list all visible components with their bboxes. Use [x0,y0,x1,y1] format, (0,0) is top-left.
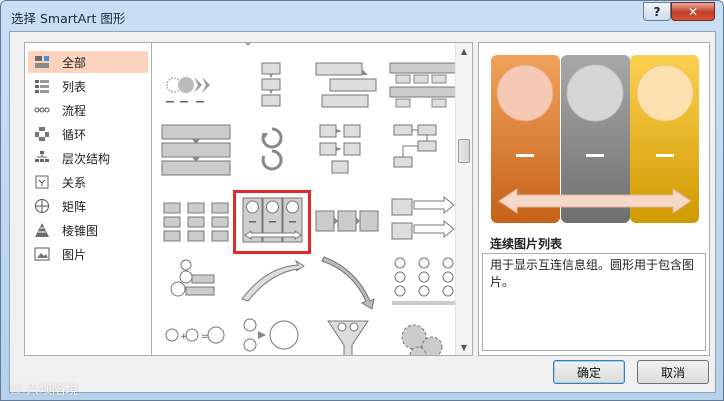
layout-thumb[interactable] [388,315,460,355]
layout-thumb[interactable] [312,255,384,313]
layout-thumb[interactable] [236,315,308,355]
category-item-relationship[interactable]: 关系 [28,171,148,193]
svg-text:=: = [201,332,209,342]
layout-thumb[interactable] [312,193,384,251]
relationship-icon [34,174,50,190]
preview-title: 连续图片列表 [490,237,563,251]
list-icon [34,78,50,94]
svg-text:+: + [180,332,188,342]
help-button[interactable]: ? [643,2,671,21]
category-list: 全部 列表 流程 循环 层次结构 关系 矩阵 棱锥图 图片 [24,42,152,356]
layout-thumb[interactable] [160,59,232,117]
gallery-scrollbar[interactable]: ▲ ▼ [455,43,472,355]
layout-thumb[interactable] [312,59,384,117]
pyramid-icon [34,222,50,238]
all-grid-icon [34,54,50,70]
cycle-icon [34,126,50,142]
layout-thumb[interactable] [388,121,460,179]
layout-thumb[interactable] [388,193,460,251]
category-label: 矩阵 [62,199,87,214]
layout-gallery: + = ▲ ▼ [151,42,473,356]
picture-icon [34,246,50,262]
category-item-list[interactable]: 列表 [28,75,148,97]
category-item-hierarchy[interactable]: 层次结构 [28,147,148,169]
category-item-matrix[interactable]: 矩阵 [28,195,148,217]
watermark: © 六坝陷境 [9,383,79,398]
category-item-all[interactable]: 全部 [28,51,148,73]
ok-button[interactable]: 确定 [553,360,625,384]
cancel-button[interactable]: 取消 [637,360,709,384]
process-icon [34,102,50,118]
scroll-down-arrow-icon[interactable]: ▼ [456,339,472,355]
category-label: 全部 [62,55,87,70]
category-label: 关系 [62,175,87,190]
preview-pane: 连续图片列表 用于显示互连信息组。圆形用于包含图片。 [478,42,710,356]
layout-thumb[interactable] [312,315,384,355]
close-button[interactable]: ✕ [671,2,715,21]
category-label: 图片 [62,247,87,262]
category-label: 流程 [62,103,87,118]
dialog-window: 选择 SmartArt 图形 ? ✕ 全部 列表 流程 循环 层次结构 关系 矩… [0,0,724,401]
dialog-title: 选择 SmartArt 图形 [11,11,126,26]
category-item-pyramid[interactable]: 棱锥图 [28,219,148,241]
layout-thumb[interactable]: + = [160,315,232,355]
preview-description: 用于显示互连信息组。圆形用于包含图片。 [482,253,706,351]
hierarchy-icon [34,150,50,166]
category-label: 层次结构 [62,151,111,166]
layout-thumb[interactable] [236,121,308,179]
category-label: 棱锥图 [62,223,99,238]
layout-thumb[interactable] [160,121,232,179]
category-item-picture[interactable]: 图片 [28,243,148,265]
scroll-up-arrow-icon[interactable]: ▲ [456,43,472,59]
layout-thumb[interactable] [312,121,384,179]
preview-image [491,55,699,223]
layout-thumb[interactable] [160,255,232,313]
title-bar: 选择 SmartArt 图形 ? ✕ [1,1,723,31]
layout-thumb[interactable] [236,59,308,117]
category-label: 循环 [62,127,87,142]
category-label: 列表 [62,79,87,94]
dialog-body: 全部 列表 流程 循环 层次结构 关系 矩阵 棱锥图 图片 + = ▲ ▼ 连续… [9,31,716,393]
category-item-process[interactable]: 流程 [28,99,148,121]
layout-thumb[interactable] [236,255,308,313]
category-item-cycle[interactable]: 循环 [28,123,148,145]
layout-thumb-continuous-picture-list[interactable] [233,190,311,254]
scrollbar-thumb[interactable] [458,139,470,163]
layout-thumb[interactable] [388,59,460,117]
layout-thumb[interactable] [388,255,460,313]
layout-thumb[interactable] [228,43,268,49]
matrix-icon [34,198,50,214]
layout-thumb[interactable] [160,193,232,251]
